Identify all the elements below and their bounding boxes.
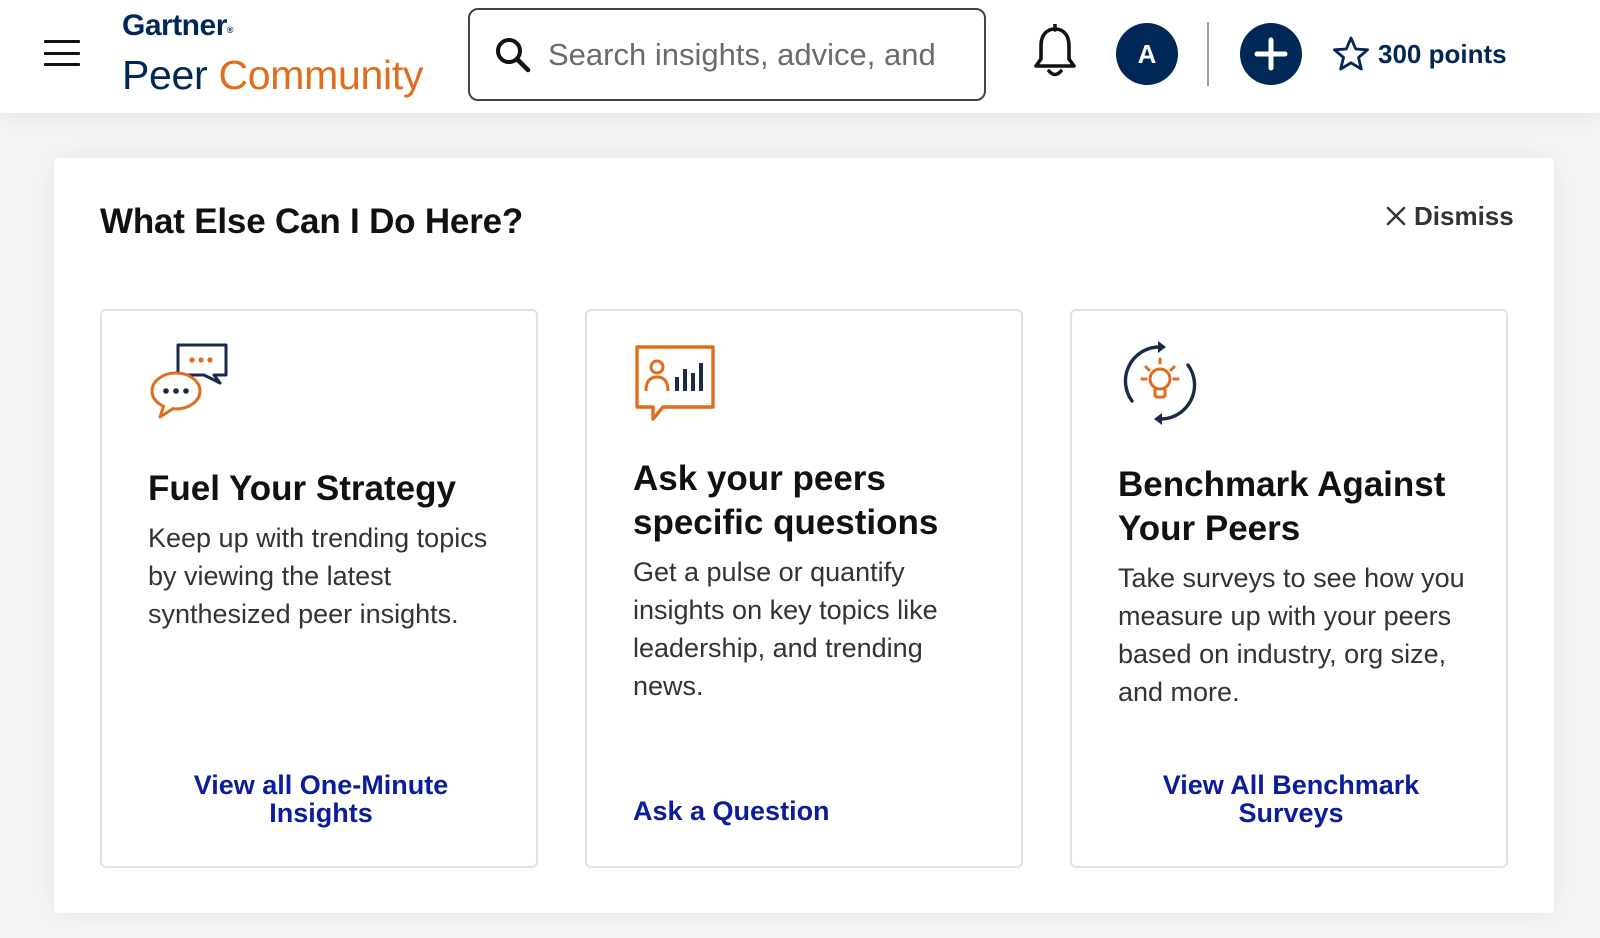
add-button[interactable] xyxy=(1240,23,1302,85)
notification-bell-icon[interactable] xyxy=(1032,24,1078,80)
card-title: Benchmark Against Your Peers xyxy=(1118,465,1446,548)
dismiss-button[interactable]: Dismiss xyxy=(1386,200,1514,232)
lightbulb-refresh-icon xyxy=(1123,341,1197,425)
menu-icon[interactable] xyxy=(44,40,80,66)
points-badge[interactable]: 300 points xyxy=(1332,34,1507,74)
card-description: Keep up with trending topics by viewing … xyxy=(148,523,488,629)
ask-question-link[interactable]: Ask a Question xyxy=(633,797,830,825)
gartner-logo[interactable]: Gartner® Peer Community xyxy=(122,8,423,98)
search-input[interactable] xyxy=(548,36,968,73)
card-benchmark: Benchmark Against Your Peers Take survey… xyxy=(1070,309,1508,868)
logo-brand: Gartner® xyxy=(122,9,234,42)
card-title: Ask your peers specific questions xyxy=(633,459,939,542)
dismiss-label: Dismiss xyxy=(1414,200,1514,231)
view-benchmark-link[interactable]: View All Benchmark Surveys xyxy=(1072,771,1510,827)
search-icon xyxy=(496,37,531,72)
avatar[interactable]: A xyxy=(1116,23,1178,85)
plus-icon xyxy=(1254,37,1288,71)
logo-product: Peer Community xyxy=(122,52,424,98)
star-icon xyxy=(1333,36,1369,71)
header-divider xyxy=(1207,22,1209,86)
card-ask-peers: Ask your peers specific questions Get a … xyxy=(585,309,1023,868)
card-fuel-strategy: Fuel Your Strategy Keep up with trending… xyxy=(100,309,538,868)
chat-bubbles-icon xyxy=(150,343,228,419)
points-label: 300 points xyxy=(1378,38,1507,69)
panel-title: What Else Can I Do Here? xyxy=(100,202,524,241)
card-description: Get a pulse or quantify insights on key … xyxy=(633,557,938,701)
card-description: Take surveys to see how you measure up w… xyxy=(1118,563,1465,707)
poll-chart-icon xyxy=(635,345,715,421)
card-title: Fuel Your Strategy xyxy=(148,469,456,508)
search-box[interactable] xyxy=(468,8,986,101)
view-insights-link[interactable]: View all One-Minute Insights xyxy=(102,771,540,827)
close-icon xyxy=(1386,206,1406,226)
top-header: Gartner® Peer Community A 300 points xyxy=(0,0,1600,113)
